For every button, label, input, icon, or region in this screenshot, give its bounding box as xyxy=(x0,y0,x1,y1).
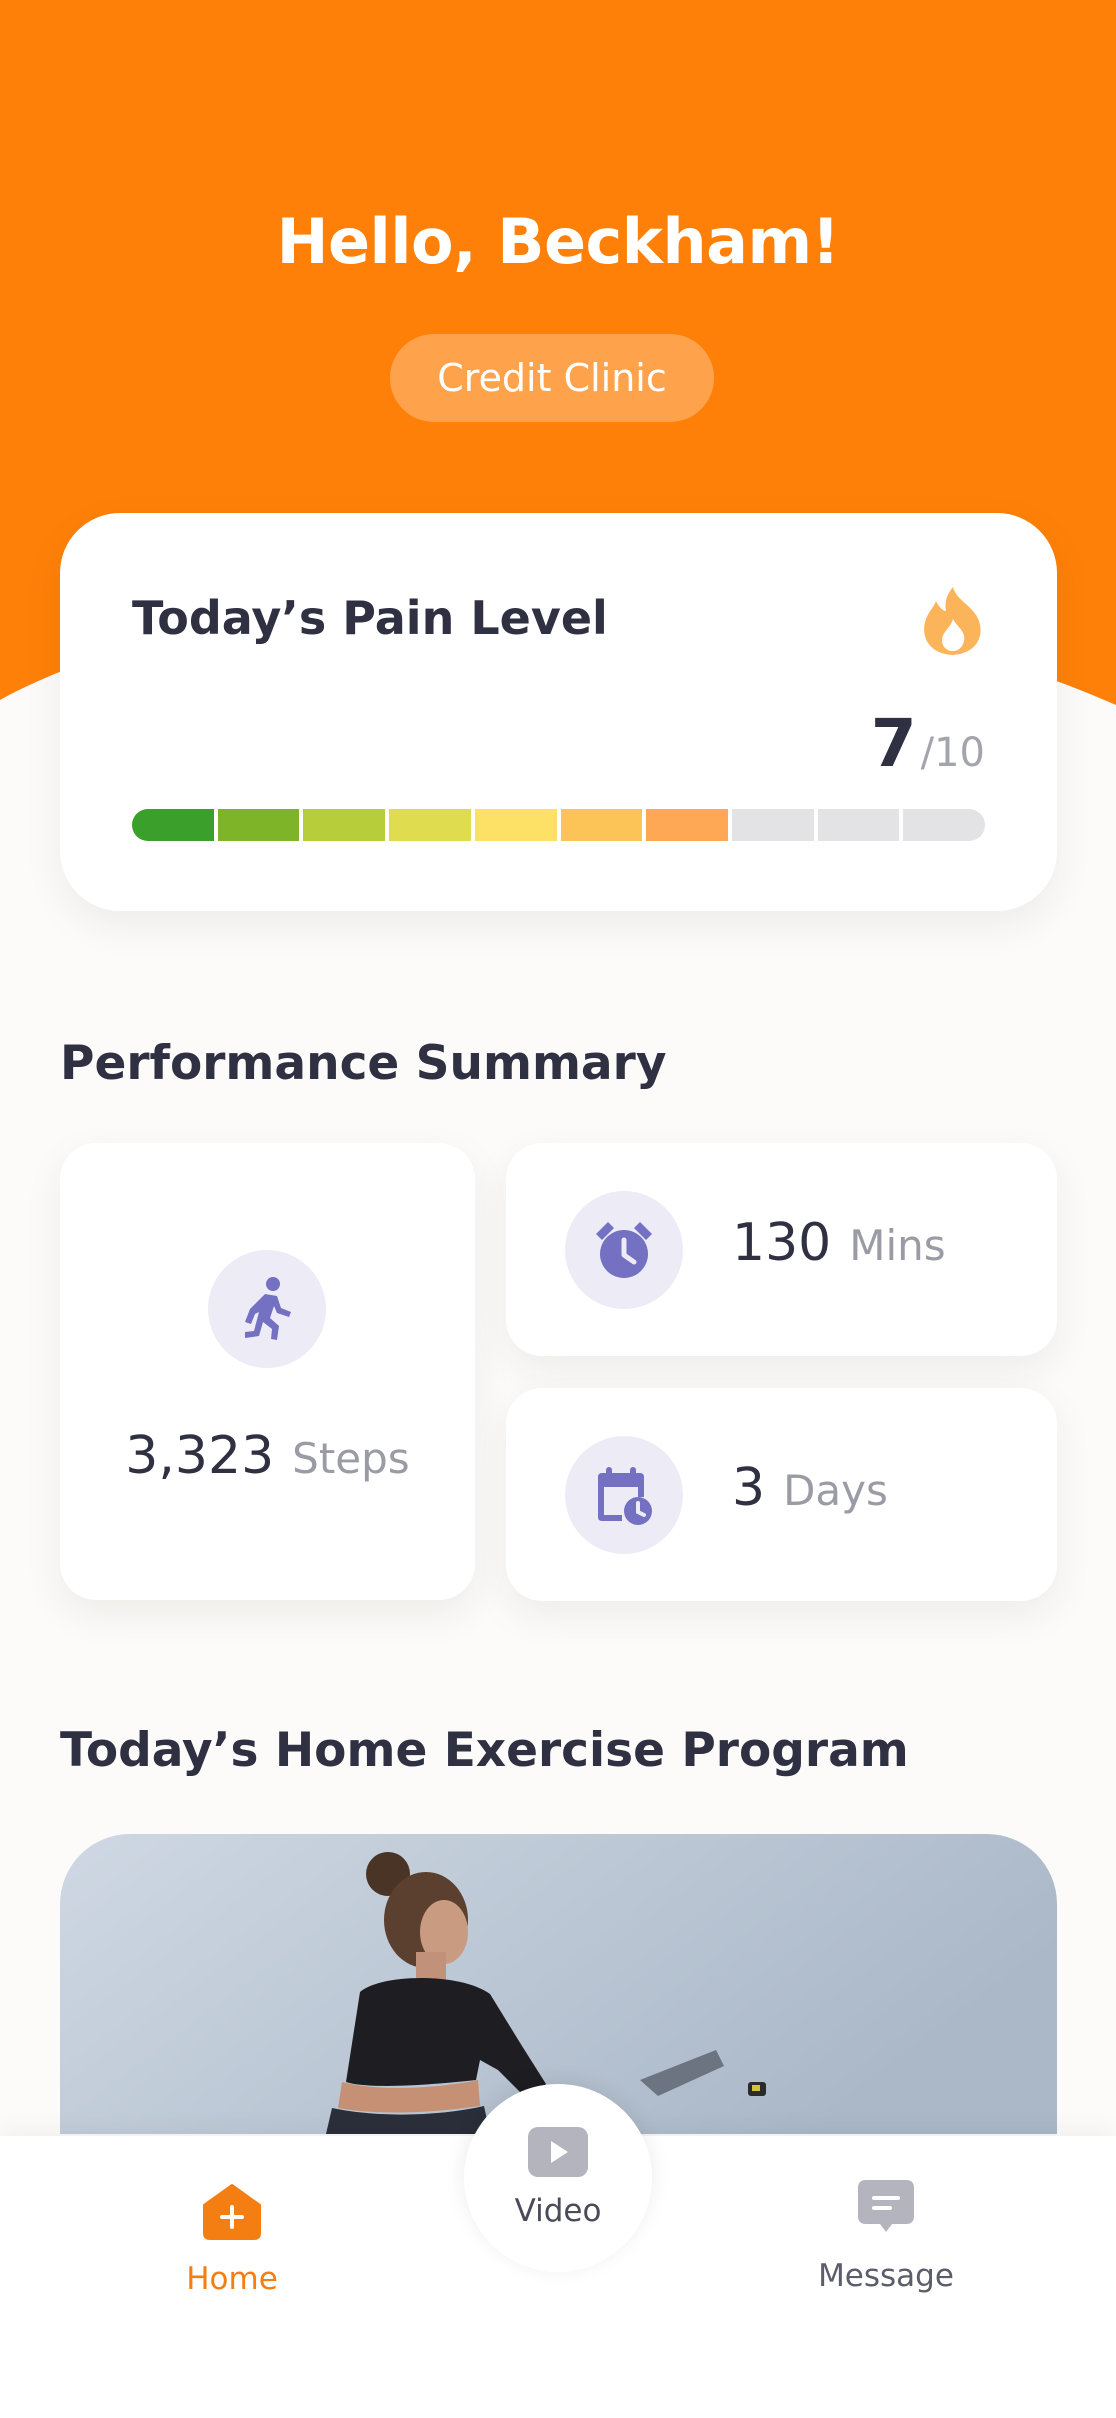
exercise-program-title: Today’s Home Exercise Program xyxy=(60,1723,909,1778)
pain-bar-segment xyxy=(132,809,214,841)
tab-home-label: Home xyxy=(186,2261,278,2297)
calendar-clock-icon xyxy=(565,1436,683,1554)
tab-message[interactable]: Message xyxy=(806,2178,966,2294)
pain-bar-segment xyxy=(903,809,985,841)
tab-message-label: Message xyxy=(818,2258,954,2294)
pain-score-value: 7 xyxy=(870,705,917,782)
pain-score: 7 /10 xyxy=(871,705,985,782)
days-unit: Days xyxy=(783,1466,888,1515)
tab-video-label: Video xyxy=(514,2193,602,2229)
pain-bar-segment xyxy=(560,809,643,841)
minutes-value: 130 xyxy=(732,1213,832,1273)
pain-bar-segment xyxy=(817,809,900,841)
minutes-card[interactable]: 130 Mins xyxy=(506,1143,1057,1356)
performance-summary-title: Performance Summary xyxy=(60,1036,667,1091)
steps-stat: 3,323 Steps xyxy=(60,1426,475,1486)
steps-unit: Steps xyxy=(292,1434,410,1483)
tab-home[interactable]: Home xyxy=(172,2183,292,2297)
minutes-stat: 130 Mins xyxy=(732,1213,946,1273)
pain-bar-segment xyxy=(731,809,814,841)
greeting-title: Hello, Beckham! xyxy=(276,205,840,278)
days-value: 3 xyxy=(732,1458,766,1518)
pain-bar-segment xyxy=(303,809,386,841)
message-icon xyxy=(856,2178,916,2242)
pain-bar-segment xyxy=(389,809,471,841)
pain-level-bar xyxy=(132,809,985,841)
pain-bar-segment xyxy=(217,809,300,841)
video-play-icon xyxy=(528,2127,588,2181)
pain-score-max: /10 xyxy=(920,730,985,776)
home-icon xyxy=(202,2183,262,2245)
minutes-unit: Mins xyxy=(849,1221,946,1270)
alarm-clock-icon xyxy=(565,1191,683,1309)
steps-value: 3,323 xyxy=(125,1426,275,1486)
pain-bar-segment xyxy=(474,809,557,841)
flame-icon xyxy=(920,585,986,657)
tab-video[interactable]: Video xyxy=(464,2084,652,2272)
pain-level-title: Today’s Pain Level xyxy=(132,591,608,645)
running-person-icon xyxy=(208,1250,326,1368)
days-stat: 3 Days xyxy=(732,1458,888,1518)
pain-level-card[interactable]: Today’s Pain Level 7 /10 xyxy=(60,513,1057,911)
clinic-chip[interactable]: Credit Clinic xyxy=(390,334,714,422)
pain-bar-segment xyxy=(646,809,728,841)
days-card[interactable]: 3 Days xyxy=(506,1388,1057,1601)
steps-card[interactable]: 3,323 Steps xyxy=(60,1143,475,1600)
